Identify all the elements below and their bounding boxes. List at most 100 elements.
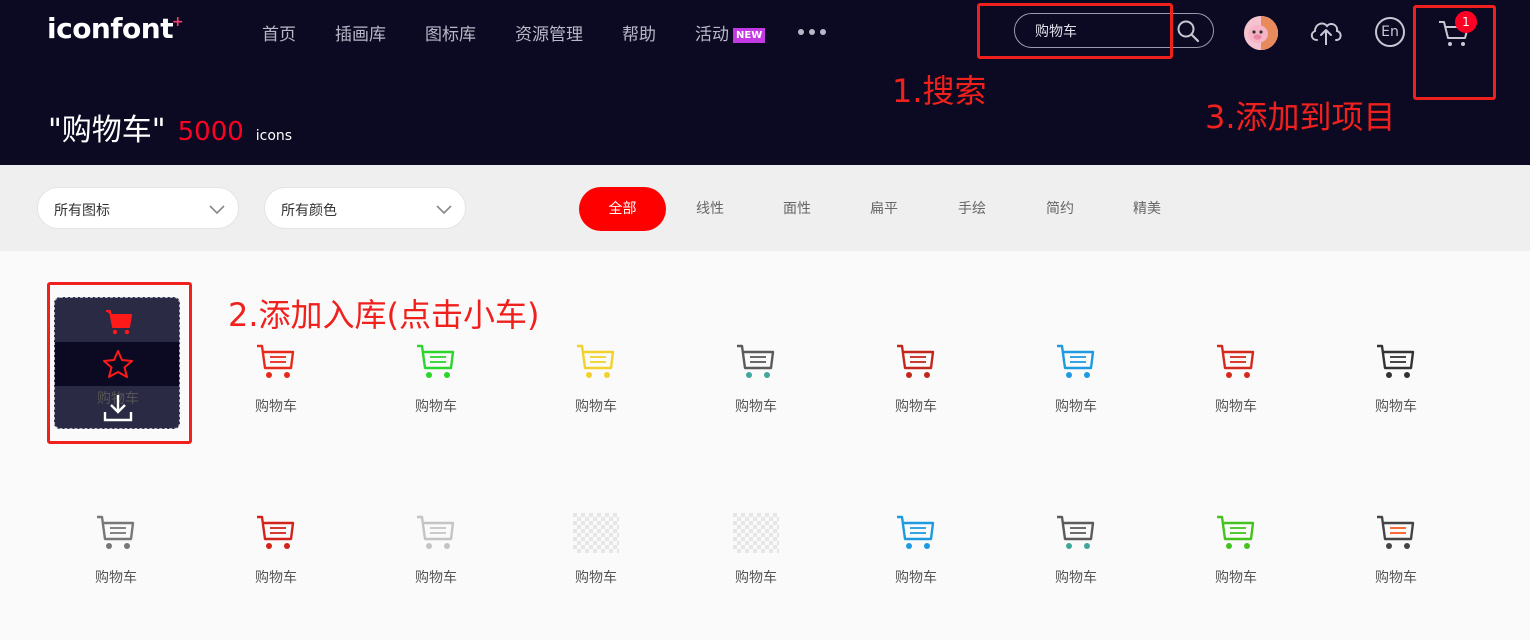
cart-icon — [1377, 344, 1415, 378]
nav-help[interactable]: 帮助 — [622, 20, 656, 45]
search-highlight-box — [977, 3, 1173, 59]
nav-events-label: 活动 — [695, 24, 729, 45]
icon-grid-item[interactable]: 购物车 — [836, 300, 996, 430]
icon-grid-item[interactable]: 购物车 — [36, 471, 196, 601]
cart-icon — [97, 515, 135, 549]
icon-grid-item[interactable]: 购物车 — [516, 471, 676, 601]
icon-type-dropdown[interactable]: 所有图标 — [37, 187, 239, 229]
icon-grid-item[interactable]: 购物车 — [996, 300, 1156, 430]
icon-name: 购物车 — [1055, 399, 1097, 415]
filter-pill-fill[interactable]: 面性 — [777, 187, 817, 231]
cart-icon — [1377, 515, 1415, 549]
icon-grid-item[interactable]: 购物车 — [676, 471, 836, 601]
icon-grid-item[interactable]: 购物车 — [676, 300, 836, 430]
icon-name: 购物车 — [415, 570, 457, 586]
nav-help-label: 帮助 — [622, 24, 656, 45]
nav-events[interactable]: 活动 NEW — [695, 20, 766, 45]
cart-icon — [257, 515, 295, 549]
icon-name: 购物车 — [1215, 570, 1257, 586]
top-header: iconfont+ 首页 插画库 图标库 资源管理 帮助 活动NEW En — [0, 0, 1530, 165]
cart-icon — [577, 344, 615, 378]
nav-illustrations[interactable]: 插画库 — [335, 20, 386, 45]
icon-name: 购物车 — [415, 399, 457, 415]
cart-icon — [897, 515, 935, 549]
icon-name: 购物车 — [575, 399, 617, 415]
cloud-upload-icon[interactable] — [1308, 16, 1344, 48]
language-label: En — [1381, 24, 1399, 40]
language-switch-button[interactable]: En — [1375, 17, 1405, 47]
favorite-star-icon[interactable] — [100, 346, 136, 382]
annotation-step1: 1.搜索 — [892, 72, 987, 110]
icon-grid-item[interactable]: 购物车 — [196, 300, 356, 430]
icon-name: 购物车 — [255, 399, 297, 415]
color-dropdown[interactable]: 所有颜色 — [264, 187, 466, 229]
nav-resource-management[interactable]: 资源管理 — [515, 20, 583, 45]
cart-icon — [1057, 515, 1095, 549]
main-nav: 首页 插画库 图标库 资源管理 帮助 活动 NEW — [262, 20, 827, 45]
more-menu-icon[interactable] — [798, 29, 827, 35]
cart-icon — [257, 344, 295, 378]
nav-icon-library[interactable]: 图标库 — [425, 20, 476, 45]
filter-pill-flat[interactable]: 扁平 — [864, 187, 904, 231]
result-count: 5000 — [177, 117, 244, 147]
annotation-step3: 3.添加到项目 — [1205, 98, 1396, 136]
nav-home[interactable]: 首页 — [262, 20, 296, 45]
cart-icon — [417, 344, 455, 378]
user-avatar[interactable] — [1244, 16, 1278, 50]
filter-pill-all[interactable]: 全部 — [579, 187, 666, 231]
logo-text: iconfont — [47, 12, 174, 45]
color-dropdown-label: 所有颜色 — [281, 203, 337, 219]
search-query-title: "购物车" — [48, 113, 166, 148]
cart-icon — [1217, 344, 1255, 378]
logo-plus: + — [171, 14, 184, 30]
icon-name: 购物车 — [735, 399, 777, 415]
icon-type-dropdown-label: 所有图标 — [54, 203, 110, 219]
icon-grid-item[interactable]: 购物车 — [516, 300, 676, 430]
icon-grid-item[interactable]: 购物车 — [1156, 300, 1316, 430]
icon-name: 购物车 — [1055, 570, 1097, 586]
new-badge: NEW — [733, 27, 766, 43]
icon-grid-item[interactable]: 购物车 — [1316, 300, 1476, 430]
icon-name: 购物车 — [575, 570, 617, 586]
icon-name: 购物车 — [1375, 570, 1417, 586]
filter-pill-simple[interactable]: 简约 — [1040, 187, 1080, 231]
filter-pill-line[interactable]: 线性 — [690, 187, 730, 231]
icon-grid-item[interactable]: 购物车 — [356, 300, 516, 430]
cart-icon-transparent — [733, 513, 779, 553]
cart-icon — [1057, 344, 1095, 378]
filter-pill-fine[interactable]: 精美 — [1127, 187, 1167, 231]
cart-icon — [1217, 515, 1255, 549]
cart-icon-transparent — [573, 513, 619, 553]
icon-hover-card: 购物车 — [54, 297, 180, 429]
nav-home-label: 首页 — [262, 24, 296, 45]
filter-pill-handdrawn[interactable]: 手绘 — [952, 187, 992, 231]
nav-illustrations-label: 插画库 — [335, 24, 386, 45]
icon-grid-item[interactable]: 购物车 — [996, 471, 1156, 601]
icon-name: 购物车 — [255, 570, 297, 586]
search-result-title: "购物车" 5000 icons — [48, 105, 292, 149]
icon-name: 购物车 — [735, 570, 777, 586]
icon-grid-item[interactable]: 购物车 — [1316, 471, 1476, 601]
add-to-cart-icon[interactable] — [100, 302, 136, 338]
iconfont-logo[interactable]: iconfont + — [47, 12, 184, 45]
icon-name: 购物车 — [95, 570, 137, 586]
cart-icon — [737, 344, 775, 378]
search-icon[interactable] — [1176, 19, 1200, 43]
result-unit: icons — [255, 128, 293, 144]
download-icon[interactable] — [100, 390, 136, 426]
icon-name: 购物车 — [1375, 399, 1417, 415]
chevron-down-icon — [436, 205, 452, 215]
icon-name: 购物车 — [895, 399, 937, 415]
cart-icon — [417, 515, 455, 549]
icon-name: 购物车 — [1215, 399, 1257, 415]
nav-resource-management-label: 资源管理 — [515, 24, 583, 45]
cart-icon — [897, 344, 935, 378]
icon-grid-item[interactable]: 购物车 — [356, 471, 516, 601]
chevron-down-icon — [209, 205, 225, 215]
nav-icon-library-label: 图标库 — [425, 24, 476, 45]
icon-grid-item[interactable]: 购物车 — [836, 471, 996, 601]
icon-name: 购物车 — [895, 570, 937, 586]
icon-grid-item[interactable]: 购物车 — [196, 471, 356, 601]
cart-highlight-box — [1413, 5, 1496, 100]
icon-grid-item[interactable]: 购物车 — [1156, 471, 1316, 601]
